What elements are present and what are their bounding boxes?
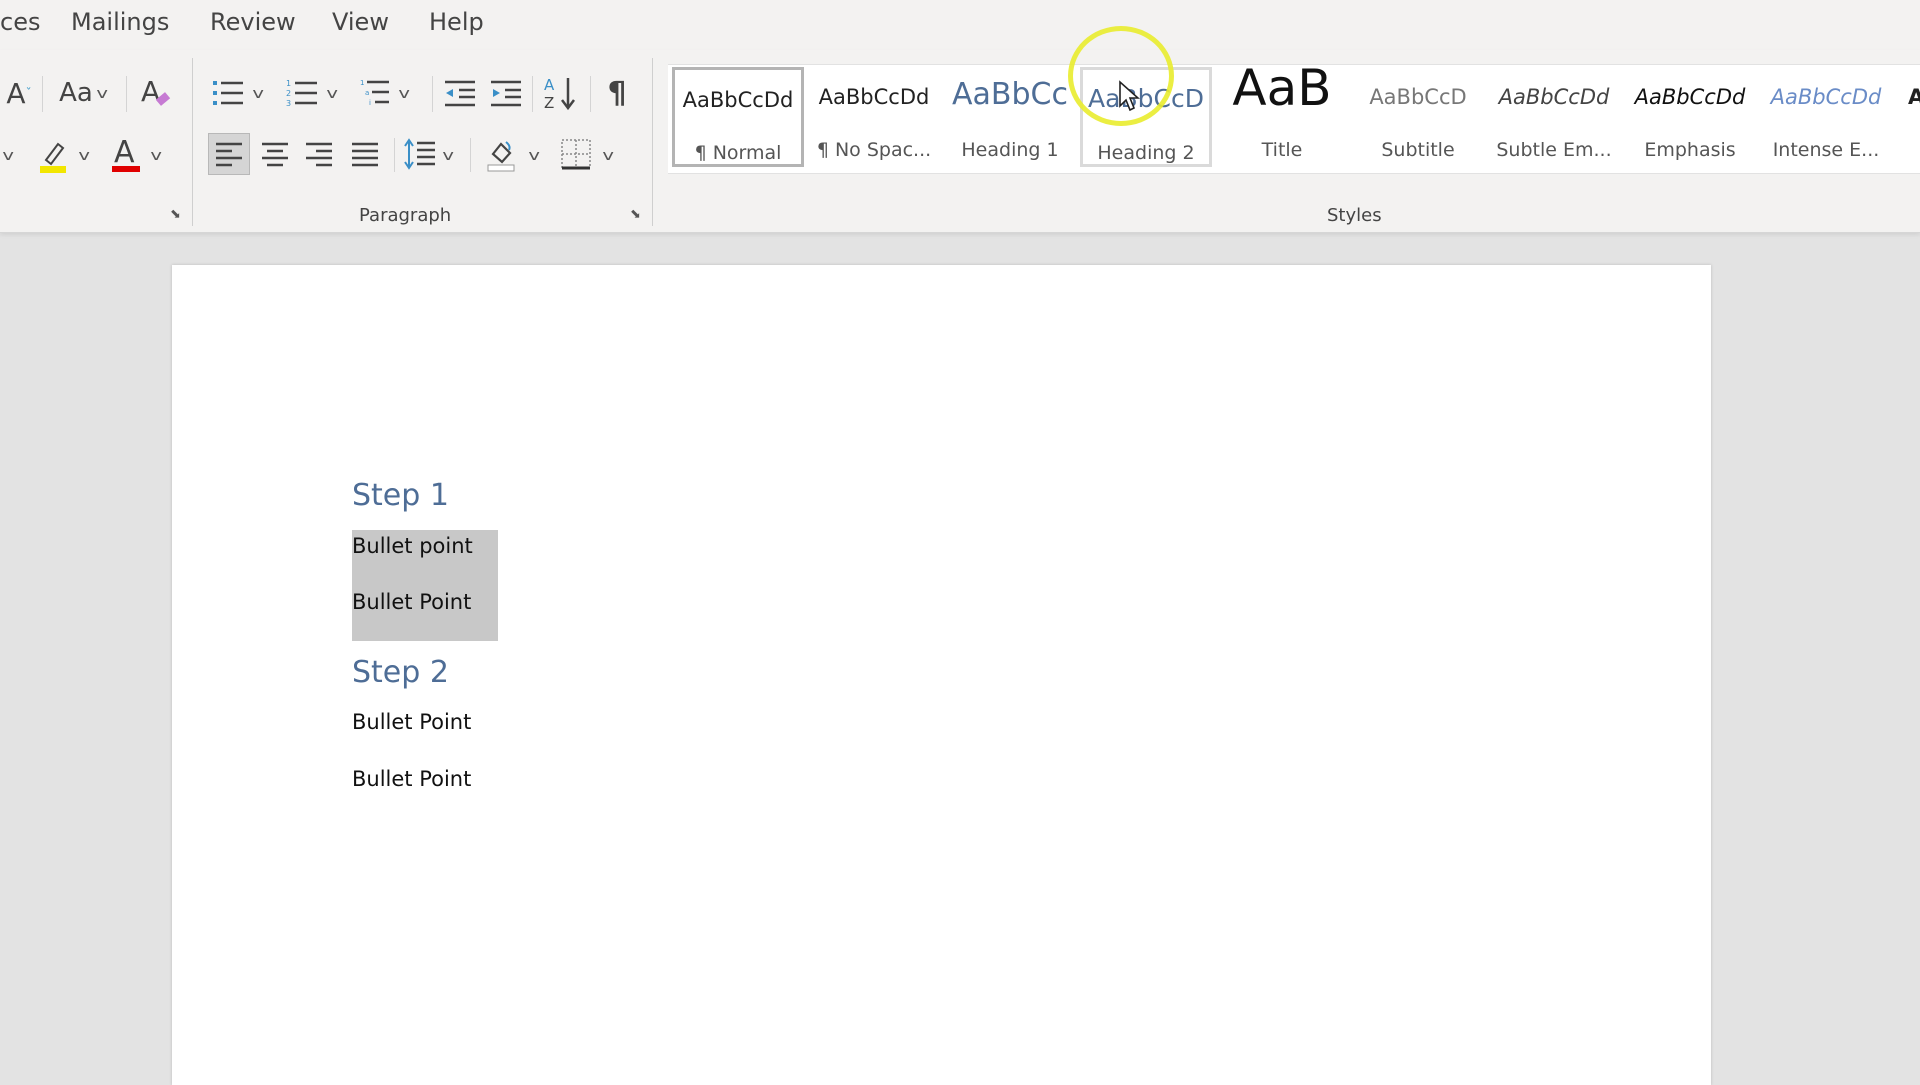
heading-step-2[interactable]: Step 2 xyxy=(352,655,449,690)
style-sample: AaB xyxy=(1232,67,1332,117)
decrease-indent-icon[interactable] xyxy=(442,76,478,110)
svg-text:3: 3 xyxy=(286,99,291,108)
svg-text:Z: Z xyxy=(544,94,554,112)
highlight-color-button[interactable] xyxy=(38,136,70,176)
show-formatting-marks-icon[interactable]: ¶ xyxy=(600,74,634,112)
chevron-down-icon[interactable]: v xyxy=(602,148,614,164)
sort-icon[interactable]: AZ xyxy=(542,74,578,112)
style-label: Intense E... xyxy=(1772,139,1880,161)
style-label: Title xyxy=(1261,139,1303,161)
tab-references[interactable]: ces xyxy=(0,8,40,36)
style-label: Heading 2 xyxy=(1097,142,1195,164)
numbering-icon[interactable]: 123 xyxy=(284,76,320,110)
style-label: Subtitle xyxy=(1381,139,1455,161)
style-emphasis[interactable]: AaBbCcDd Emphasis xyxy=(1624,67,1756,167)
svg-text:2: 2 xyxy=(286,89,291,98)
tab-review[interactable]: Review xyxy=(210,8,296,36)
style-label: Heading 1 xyxy=(961,139,1059,161)
borders-icon[interactable] xyxy=(558,133,594,175)
style-sample: AaBbCcDd xyxy=(682,88,794,112)
change-case-button[interactable]: Aa xyxy=(56,76,96,110)
svg-text:A: A xyxy=(544,76,555,94)
style-no-spacing[interactable]: AaBbCcDd ¶ No Spac... xyxy=(808,67,940,167)
style-heading-1[interactable]: AaBbCc Heading 1 xyxy=(944,67,1076,167)
chevron-down-icon[interactable]: v xyxy=(326,86,338,102)
style-more-partial[interactable]: A xyxy=(1896,67,1920,167)
tab-mailings[interactable]: Mailings xyxy=(71,8,169,36)
svg-text:A: A xyxy=(141,75,160,108)
style-label: Emphasis xyxy=(1644,139,1736,161)
paragraph-group-label: Paragraph xyxy=(359,205,452,226)
chevron-down-icon[interactable]: v xyxy=(2,148,14,164)
style-title[interactable]: AaB Title xyxy=(1216,67,1348,167)
style-label: ¶ No Spac... xyxy=(816,139,932,161)
increase-indent-icon[interactable] xyxy=(488,76,524,110)
align-center-button[interactable] xyxy=(256,133,294,175)
font-color-button[interactable]: A xyxy=(110,134,142,176)
bullets-icon[interactable] xyxy=(210,76,246,110)
mouse-cursor-icon xyxy=(1118,80,1141,116)
clear-formatting-icon[interactable]: A xyxy=(138,74,174,112)
tab-view[interactable]: View xyxy=(332,8,389,36)
style-normal[interactable]: AaBbCcDd ¶ Normal xyxy=(672,67,804,167)
styles-gallery: AaBbCcDd ¶ Normal AaBbCcDd ¶ No Spac... … xyxy=(668,64,1920,174)
shading-icon[interactable] xyxy=(484,133,520,175)
style-subtle-emphasis[interactable]: AaBbCcDd Subtle Em... xyxy=(1488,67,1620,167)
justify-button[interactable] xyxy=(346,133,384,175)
style-sample: AaBbCc xyxy=(952,77,1068,112)
chevron-down-icon[interactable]: v xyxy=(528,148,540,164)
style-sample: AaBbCcD xyxy=(1369,85,1467,109)
chevron-down-icon[interactable]: v xyxy=(252,86,264,102)
chevron-down-icon[interactable]: v xyxy=(96,86,108,102)
svg-text:A: A xyxy=(114,135,135,170)
chevron-down-icon[interactable]: v xyxy=(78,148,90,164)
style-intense-emphasis[interactable]: AaBbCcDd Intense E... xyxy=(1760,67,1892,167)
style-subtitle[interactable]: AaBbCcD Subtitle xyxy=(1352,67,1484,167)
paragraph-dialog-launcher-icon[interactable]: ⬊ xyxy=(630,208,644,222)
shrink-font-icon[interactable]: Aˇ xyxy=(4,76,34,110)
style-sample: AaBbCcDd xyxy=(1498,85,1610,109)
body-paragraph[interactable]: Bullet Point xyxy=(352,590,471,614)
align-left-button[interactable] xyxy=(208,133,250,175)
body-paragraph[interactable]: Bullet point xyxy=(352,534,473,558)
multilevel-list-icon[interactable]: 1ai xyxy=(358,76,394,110)
body-paragraph[interactable]: Bullet Point xyxy=(352,710,471,734)
align-right-button[interactable] xyxy=(300,133,338,175)
chevron-down-icon[interactable]: v xyxy=(442,148,454,164)
style-label: Subtle Em... xyxy=(1496,139,1612,161)
font-dialog-launcher-icon[interactable]: ⬊ xyxy=(170,208,184,222)
style-sample: A xyxy=(1908,85,1920,109)
svg-text:i: i xyxy=(369,99,371,107)
heading-step-1[interactable]: Step 1 xyxy=(352,478,449,513)
style-sample: AaBbCcDd xyxy=(1634,85,1746,109)
style-sample: AaBbCcDd xyxy=(818,85,930,109)
chevron-down-icon[interactable]: v xyxy=(150,148,162,164)
ribbon-tab-bar: ces Mailings Review View Help xyxy=(0,0,1920,50)
svg-text:1: 1 xyxy=(360,79,364,87)
styles-group-label: Styles xyxy=(1327,205,1382,226)
style-sample: AaBbCcDd xyxy=(1770,85,1882,109)
svg-text:a: a xyxy=(365,89,369,97)
style-label: ¶ Normal xyxy=(694,142,782,164)
chevron-down-icon[interactable]: v xyxy=(398,86,410,102)
body-paragraph[interactable]: Bullet Point xyxy=(352,767,471,791)
line-spacing-icon[interactable] xyxy=(402,133,438,175)
svg-text:1: 1 xyxy=(286,79,291,88)
tab-help[interactable]: Help xyxy=(429,8,484,36)
